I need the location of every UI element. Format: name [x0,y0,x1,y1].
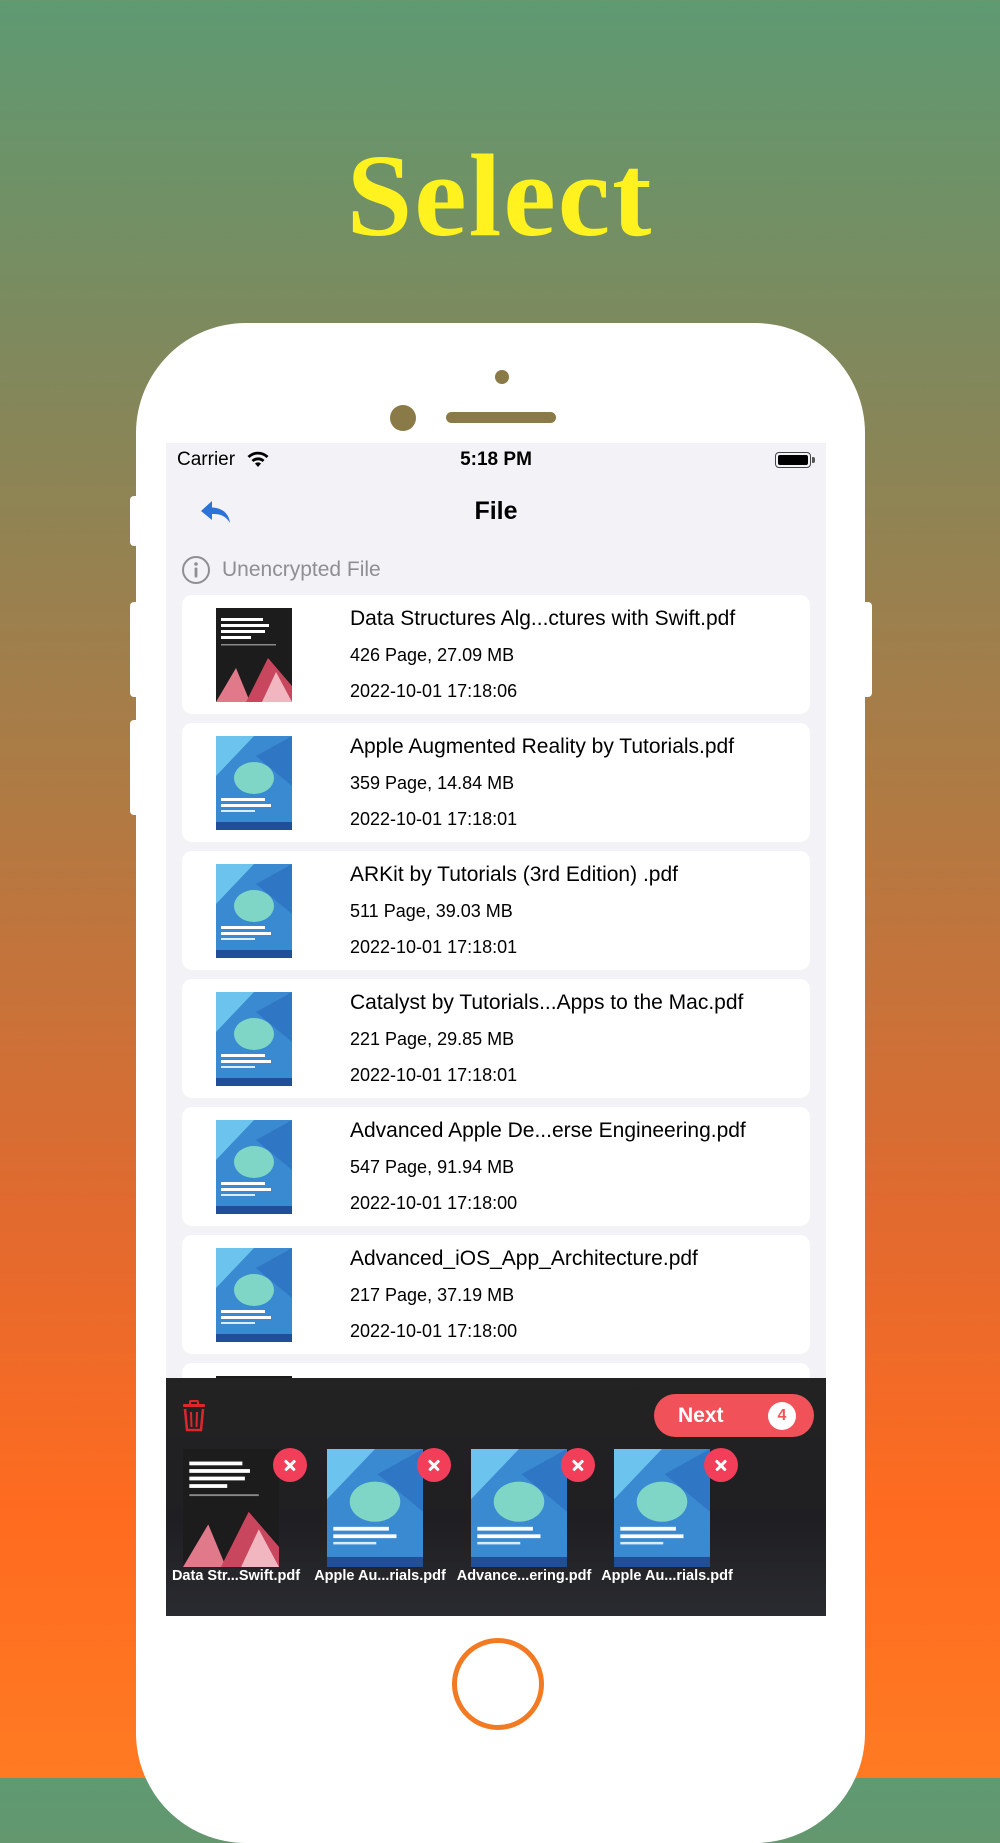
book-cover-thumbnail [216,864,292,958]
next-button[interactable]: Next 4 [654,1394,814,1437]
battery-icon [775,452,815,468]
book-cover-thumbnail [216,992,292,1086]
file-row[interactable]: Catalyst by Tutorials...Apps to the Mac.… [182,979,810,1098]
selected-file-thumbnail [183,1449,279,1567]
front-camera [390,405,416,431]
selected-file-name: Advance...ering.pdf [456,1568,592,1584]
selected-file[interactable]: Advance...ering.pdf [454,1448,595,1588]
file-pages-size: 359 Page, 14.84 MB [350,773,515,793]
page-title: File [474,497,518,525]
next-button-label: Next [678,1404,724,1427]
remove-selection-icon[interactable] [417,1448,451,1482]
clock: 5:18 PM [460,449,532,470]
remove-selection-icon[interactable] [273,1448,307,1482]
file-name: Advanced Apple De...erse Engineering.pdf [350,1119,746,1142]
earpiece-speaker [446,412,556,423]
file-pages-size: 217 Page, 37.19 MB [350,1285,515,1305]
info-icon [182,556,210,584]
proximity-sensor [495,370,509,384]
file-date: 2022-10-01 17:18:01 [350,937,518,957]
file-row[interactable]: Advanced_iOS_App_Architecture.pdf 217 Pag… [182,1235,810,1354]
file-pages-size: 511 Page, 39.03 MB [350,901,513,921]
selected-file-name: Apple Au...rials.pdf [314,1568,446,1584]
book-cover-thumbnail [216,608,292,702]
selected-file[interactable]: Data Str...Swift.pdf [166,1448,307,1588]
selected-count-badge: 4 [768,1402,796,1430]
file-pages-size: 221 Page, 29.85 MB [350,1029,515,1049]
home-button[interactable] [452,1638,544,1730]
file-name: Catalyst by Tutorials...Apps to the Mac.… [350,991,744,1014]
file-name: Apple Augmented Reality by Tutorials.pdf [350,735,735,758]
selected-file-thumbnail [327,1449,423,1567]
selected-file-name: Data Str...Swift.pdf [171,1568,301,1584]
book-cover-thumbnail [216,1120,292,1214]
file-name: ARKit by Tutorials (3rd Edition) .pdf [350,863,678,886]
file-row[interactable]: ARKit by Tutorials (3rd Edition) .pdf 511… [182,851,810,970]
navigation-bar: File [166,487,826,543]
remove-selection-icon[interactable] [704,1448,738,1482]
file-row[interactable]: Advanced Apple De...erse Engineering.pdf… [182,1107,810,1226]
selected-file[interactable]: Apple Au...rials.pdf [597,1448,738,1588]
headline: Select [346,130,654,261]
file-row[interactable]: Data Structures Alg...ctures with Swift.… [182,595,810,714]
book-cover-thumbnail [216,1248,292,1342]
file-name: Data Structures Alg...ctures with Swift.… [350,607,736,630]
trash-icon[interactable] [181,1400,207,1432]
file-pages-size: 547 Page, 91.94 MB [350,1157,515,1177]
file-pages-size: 426 Page, 27.09 MB [350,645,515,665]
selected-file-thumbnail [614,1449,710,1567]
file-date: 2022-10-01 17:18:00 [350,1193,518,1213]
selected-file[interactable]: Apple Au...rials.pdf [310,1448,451,1588]
file-date: 2022-10-01 17:18:06 [350,681,518,701]
file-row[interactable]: Apple Augmented Reality by Tutorials.pdf… [182,723,810,842]
selected-file-thumbnail [471,1449,567,1567]
remove-selection-icon[interactable] [561,1448,595,1482]
selection-tray: Next 4 Data Str...Swift.pdf Apple Au...ri… [166,1378,826,1616]
section-label: Unencrypted File [222,558,381,581]
app-screen: Carrier 5:18 PM File Unencrypted File Da… [166,443,826,1616]
status-bar: Carrier 5:18 PM [166,443,826,479]
file-date: 2022-10-01 17:18:00 [350,1321,518,1341]
selected-file-name: Apple Au...rials.pdf [601,1568,733,1584]
file-date: 2022-10-01 17:18:01 [350,809,518,829]
file-name: Advanced_iOS_App_Architecture.pdf [350,1247,698,1270]
file-date: 2022-10-01 17:18:01 [350,1065,518,1085]
book-cover-thumbnail [216,736,292,830]
